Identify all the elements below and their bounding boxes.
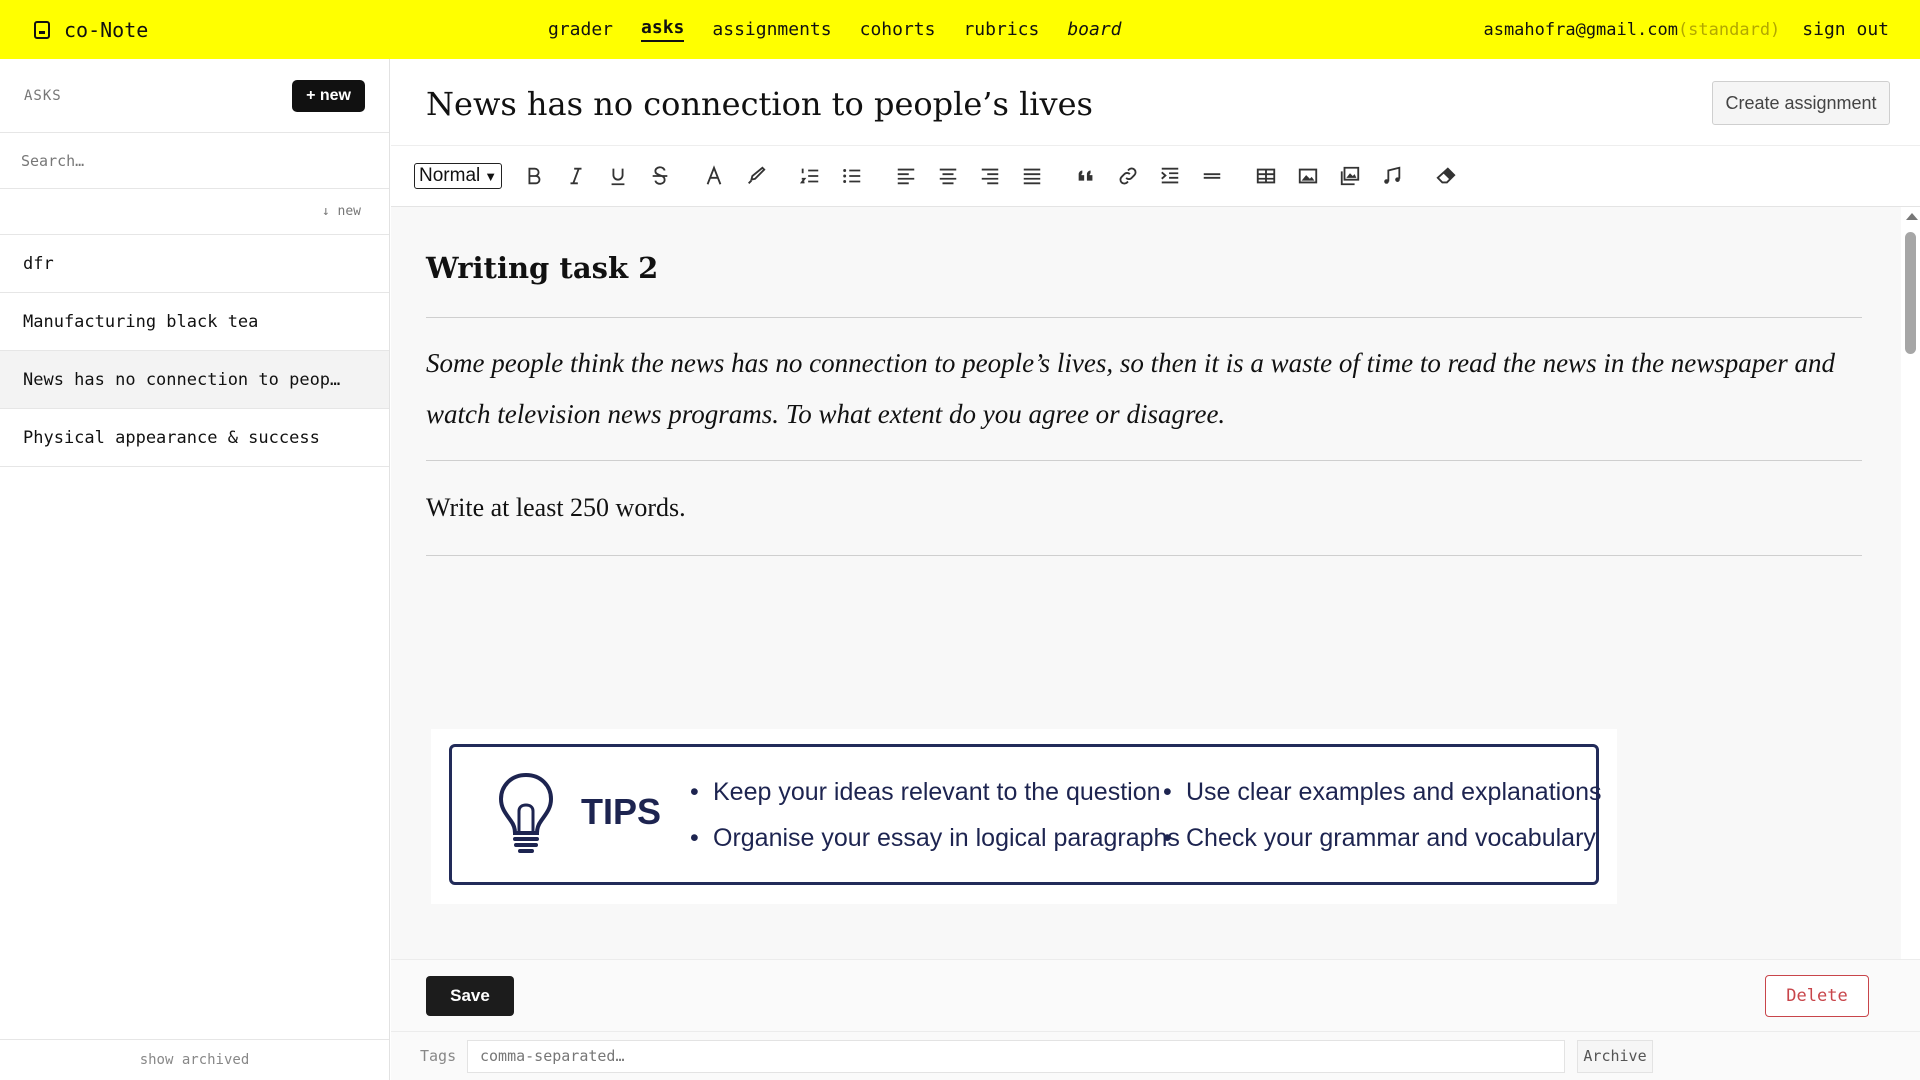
- nav-board[interactable]: board: [1067, 19, 1121, 40]
- strikethrough-icon[interactable]: [648, 164, 672, 188]
- editor-heading: Writing task 2: [426, 251, 1862, 318]
- editor-instruction: Write at least 250 words.: [426, 461, 1862, 556]
- tips-list-left: Keep your ideas relevant to the question…: [690, 769, 1180, 861]
- tags-label: Tags: [420, 1047, 457, 1065]
- ask-list-item[interactable]: Physical appearance & success: [0, 409, 389, 467]
- link-icon[interactable]: [1116, 164, 1140, 188]
- text-color-icon[interactable]: [702, 164, 726, 188]
- account-email: asmahofra@gmail.com: [1483, 19, 1678, 40]
- ordered-list-icon[interactable]: [798, 164, 822, 188]
- image-icon[interactable]: [1296, 164, 1320, 188]
- toolbar-group-blocks: [1074, 164, 1224, 188]
- tips-image[interactable]: TIPS Keep your ideas relevant to the que…: [431, 729, 1617, 904]
- top-nav-bar: co-Note grader asks assignments cohorts …: [0, 0, 1920, 59]
- toolbar-group-clear: [1434, 164, 1458, 188]
- account-area: asmahofra@gmail.com (standard) sign out: [1483, 0, 1889, 59]
- toolbar-group-lists: [798, 164, 864, 188]
- editor-document: Writing task 2 Some people think the new…: [426, 207, 1862, 556]
- create-assignment-button[interactable]: Create assignment: [1712, 81, 1890, 125]
- tags-bar: Tags Archive: [391, 1031, 1920, 1080]
- tips-title: TIPS: [581, 791, 662, 832]
- lightbulb-icon: [498, 772, 554, 853]
- format-select[interactable]: Normal ▼: [414, 163, 503, 189]
- ask-list: dfr Manufacturing black tea News has no …: [0, 235, 389, 467]
- align-justify-icon[interactable]: [1020, 164, 1044, 188]
- archive-button[interactable]: Archive: [1577, 1039, 1653, 1073]
- page-title[interactable]: News has no connection to people’s lives: [426, 85, 1093, 123]
- sidebar-search: [0, 133, 389, 189]
- clear-format-icon[interactable]: [1434, 164, 1458, 188]
- italic-icon[interactable]: [564, 164, 588, 188]
- editor-content[interactable]: Writing task 2 Some people think the new…: [391, 207, 1901, 959]
- main-panel: News has no connection to people’s lives…: [391, 59, 1920, 1080]
- toolbar-group-color: [702, 164, 768, 188]
- nav-asks[interactable]: asks: [641, 17, 685, 42]
- bold-icon[interactable]: [522, 164, 546, 188]
- nav-rubrics[interactable]: rubrics: [963, 19, 1039, 40]
- sidebar-title: ASKS: [24, 87, 62, 104]
- gallery-icon[interactable]: [1338, 164, 1362, 188]
- delete-button[interactable]: Delete: [1765, 975, 1869, 1017]
- scrollbar-thumb[interactable]: [1905, 232, 1916, 354]
- tips-list-right: Use clear examples and explanations Chec…: [1163, 769, 1602, 861]
- sign-out-link[interactable]: sign out: [1802, 19, 1889, 40]
- scroll-up-arrow-icon[interactable]: [1906, 213, 1918, 220]
- toolbar-group-align: [894, 164, 1044, 188]
- blockquote-icon[interactable]: [1074, 164, 1098, 188]
- table-icon[interactable]: [1254, 164, 1278, 188]
- toolbar-group-media: [1254, 164, 1404, 188]
- editor-toolbar: Normal ▼: [391, 145, 1920, 207]
- main-nav: grader asks assignments cohorts rubrics …: [548, 0, 1122, 59]
- bullet-list-icon[interactable]: [840, 164, 864, 188]
- action-bar: Save Delete: [391, 959, 1920, 1031]
- tip-item: Check your grammar and vocabulary: [1163, 815, 1602, 861]
- account-plan: (standard): [1677, 19, 1781, 40]
- align-left-icon[interactable]: [894, 164, 918, 188]
- tags-input[interactable]: [467, 1039, 1565, 1073]
- format-select-value: Normal: [419, 165, 481, 186]
- notebook-icon: [34, 20, 50, 39]
- sidebar-header: ASKS + new: [0, 59, 389, 133]
- chevron-down-icon: ▼: [484, 168, 498, 184]
- tip-item: Use clear examples and explanations: [1163, 769, 1602, 815]
- align-center-icon[interactable]: [936, 164, 960, 188]
- highlight-icon[interactable]: [744, 164, 768, 188]
- editor-scrollbar[interactable]: [1901, 207, 1920, 959]
- nav-grader[interactable]: grader: [548, 19, 613, 40]
- toolbar-group-text: [522, 164, 672, 188]
- brand-name: co-Note: [64, 17, 149, 42]
- new-ask-button[interactable]: + new: [292, 79, 365, 112]
- editor-prompt: Some people think the news has no connec…: [426, 318, 1862, 461]
- save-button[interactable]: Save: [426, 976, 514, 1016]
- asks-sidebar: ASKS + new ↓ new dfr Manufacturing black…: [0, 59, 390, 1080]
- underline-icon[interactable]: [606, 164, 630, 188]
- search-input[interactable]: [21, 151, 368, 170]
- tip-item: Organise your essay in logical paragraph…: [690, 815, 1180, 861]
- ask-list-item[interactable]: Manufacturing black tea: [0, 293, 389, 351]
- indent-icon[interactable]: [1158, 164, 1182, 188]
- tip-item: Keep your ideas relevant to the question: [690, 769, 1180, 815]
- ask-list-item[interactable]: dfr: [0, 235, 389, 293]
- align-right-icon[interactable]: [978, 164, 1002, 188]
- horizontal-rule-icon[interactable]: [1200, 164, 1224, 188]
- ask-list-item-selected[interactable]: News has no connection to peop…: [0, 351, 389, 409]
- show-archived-link[interactable]: show archived: [0, 1039, 389, 1080]
- nav-assignments[interactable]: assignments: [712, 19, 831, 40]
- brand[interactable]: co-Note: [34, 0, 148, 59]
- nav-cohorts[interactable]: cohorts: [860, 19, 936, 40]
- sort-toggle[interactable]: ↓ new: [0, 189, 389, 235]
- audio-icon[interactable]: [1380, 164, 1404, 188]
- tips-banner: TIPS Keep your ideas relevant to the que…: [449, 744, 1602, 885]
